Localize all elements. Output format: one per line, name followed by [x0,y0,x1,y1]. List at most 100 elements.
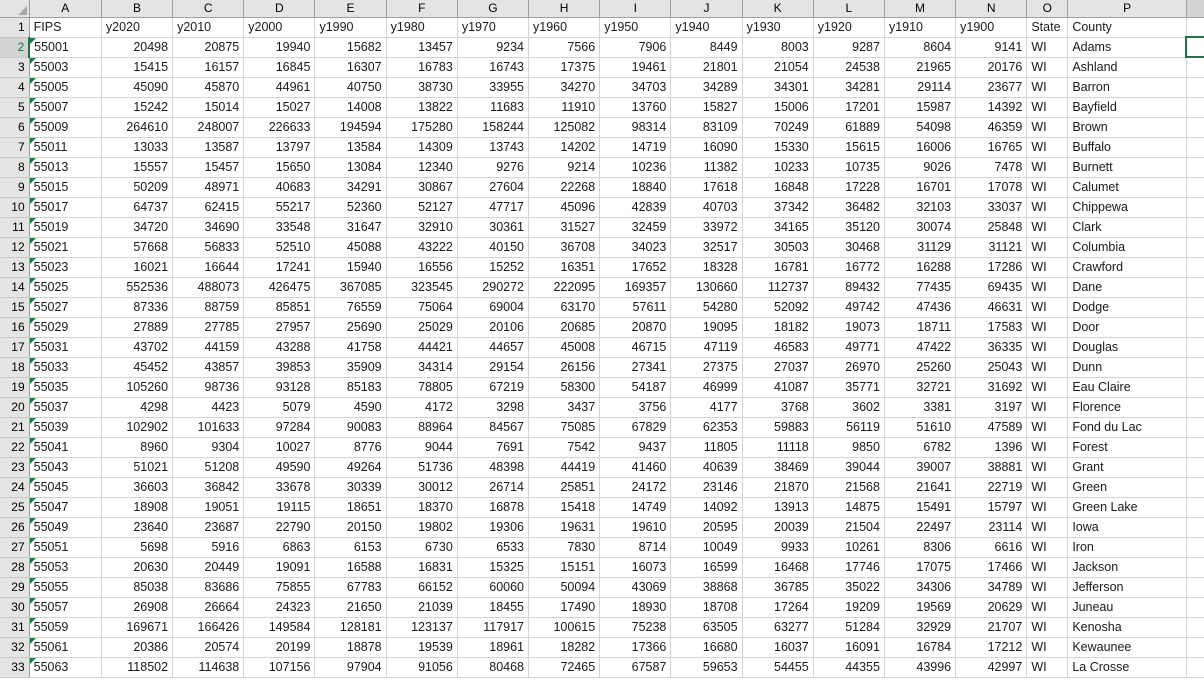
cell-D27[interactable]: 6863 [243,537,316,558]
cell-K24[interactable]: 21870 [742,477,814,498]
cell-P22[interactable]: Forest [1067,437,1187,458]
cell-O5[interactable]: WI [1026,97,1069,118]
cell-I26[interactable]: 19610 [599,517,672,538]
column-header-n[interactable]: N [955,0,1028,18]
cell-C26[interactable]: 23687 [172,517,245,538]
row-header-15[interactable]: 15 [0,297,30,318]
cell-M17[interactable]: 47422 [884,337,957,358]
cell-H15[interactable]: 63170 [528,297,601,318]
table-row[interactable]: 16 55029 27889 27785 27957 25690 25029 20106 206… [0,317,1204,338]
cell-I10[interactable]: 42839 [599,197,672,218]
cell-M13[interactable]: 16288 [884,257,957,278]
cell-L2[interactable]: 9287 [813,37,885,58]
cell-J18[interactable]: 27375 [670,357,743,378]
cell-O10[interactable]: WI [1026,197,1069,218]
cell-L27[interactable]: 10261 [813,537,885,558]
cell-P11[interactable]: Clark [1067,217,1187,238]
cell-P20[interactable]: Florence [1067,397,1187,418]
cell-O3[interactable]: WI [1026,57,1069,78]
cell-L12[interactable]: 30468 [813,237,885,258]
cell-N29[interactable]: 34789 [955,577,1028,598]
cell-F31[interactable]: 123137 [386,617,458,638]
cell-P15[interactable]: Dodge [1067,297,1187,318]
cell-K14[interactable]: 112737 [742,277,814,298]
cell-C4[interactable]: 45870 [172,77,245,98]
column-header-d[interactable]: D [243,0,316,18]
cell-F30[interactable]: 21039 [386,597,458,618]
cell-B16[interactable]: 27889 [101,317,174,338]
cell-H23[interactable]: 44419 [528,457,601,478]
cell-O27[interactable]: WI [1026,537,1069,558]
cell-O21[interactable]: WI [1026,417,1069,438]
cell-J2[interactable]: 8449 [670,37,743,58]
cell-J10[interactable]: 40703 [670,197,743,218]
table-row[interactable]: 23 55043 51021 51208 49590 49264 51736 48398 444… [0,457,1204,478]
cell-F5[interactable]: 13822 [386,97,458,118]
cell-F18[interactable]: 34314 [386,357,458,378]
cell-F1[interactable]: y1980 [386,17,458,38]
cell-J13[interactable]: 18328 [670,257,743,278]
cell-F9[interactable]: 30867 [386,177,458,198]
cell-B31[interactable]: 169671 [101,617,174,638]
cell-F15[interactable]: 75064 [386,297,458,318]
cell-A12[interactable]: 55021 [29,237,102,258]
cell-D13[interactable]: 17241 [243,257,316,278]
cell-E10[interactable]: 52360 [314,197,387,218]
table-row[interactable]: 33 55063 118502 114638 107156 97904 91056 80468… [0,657,1204,678]
cell-E30[interactable]: 21650 [314,597,387,618]
cell-H13[interactable]: 16351 [528,257,601,278]
cell-Q18[interactable] [1186,357,1204,378]
row-header-11[interactable]: 11 [0,217,30,238]
cell-A4[interactable]: 55005 [29,77,102,98]
cell-O24[interactable]: WI [1026,477,1069,498]
row-header-14[interactable]: 14 [0,277,30,298]
cell-H21[interactable]: 75085 [528,417,601,438]
cell-A22[interactable]: 55041 [29,437,102,458]
cell-J28[interactable]: 16599 [670,557,743,578]
cell-J24[interactable]: 23146 [670,477,743,498]
cell-H27[interactable]: 7830 [528,537,601,558]
row-header-27[interactable]: 27 [0,537,30,558]
cell-N13[interactable]: 17286 [955,257,1028,278]
cell-B20[interactable]: 4298 [101,397,174,418]
cell-L24[interactable]: 21568 [813,477,885,498]
cell-H8[interactable]: 9214 [528,157,601,178]
cell-F26[interactable]: 19802 [386,517,458,538]
spreadsheet-grid[interactable]: ABCDEFGHIJKLMNOP 1 FIPS y2020 y2010 y2000 y19… [0,0,1204,686]
cell-Q21[interactable] [1186,417,1204,438]
cell-O25[interactable]: WI [1026,497,1069,518]
cell-P9[interactable]: Calumet [1067,177,1187,198]
column-header-k[interactable]: K [742,0,814,18]
cell-C14[interactable]: 488073 [172,277,245,298]
cell-M18[interactable]: 25260 [884,357,957,378]
cell-D21[interactable]: 97284 [243,417,316,438]
cell-N2[interactable]: 9141 [955,37,1028,58]
cell-A17[interactable]: 55031 [29,337,102,358]
cell-G6[interactable]: 158244 [457,117,530,138]
cell-D20[interactable]: 5079 [243,397,316,418]
cell-H30[interactable]: 17490 [528,597,601,618]
table-row[interactable]: 31 55059 169671 166426 149584 128181 123137 117… [0,617,1204,638]
cell-G4[interactable]: 33955 [457,77,530,98]
cell-H12[interactable]: 36708 [528,237,601,258]
cell-H16[interactable]: 20685 [528,317,601,338]
cell-L17[interactable]: 49771 [813,337,885,358]
cell-P19[interactable]: Eau Claire [1067,377,1187,398]
cell-M30[interactable]: 19569 [884,597,957,618]
cell-I21[interactable]: 67829 [599,417,672,438]
cell-M1[interactable]: y1910 [884,17,957,38]
cell-Q33[interactable] [1186,657,1204,678]
cell-L7[interactable]: 15615 [813,137,885,158]
cell-G33[interactable]: 80468 [457,657,530,678]
cell-F28[interactable]: 16831 [386,557,458,578]
cell-N14[interactable]: 69435 [955,277,1028,298]
row-header-18[interactable]: 18 [0,357,30,378]
cell-I7[interactable]: 14719 [599,137,672,158]
row-header-5[interactable]: 5 [0,97,30,118]
cell-D26[interactable]: 22790 [243,517,316,538]
cell-Q19[interactable] [1186,377,1204,398]
cell-K26[interactable]: 20039 [742,517,814,538]
row-header-13[interactable]: 13 [0,257,30,278]
cell-C27[interactable]: 5916 [172,537,245,558]
cell-M9[interactable]: 16701 [884,177,957,198]
